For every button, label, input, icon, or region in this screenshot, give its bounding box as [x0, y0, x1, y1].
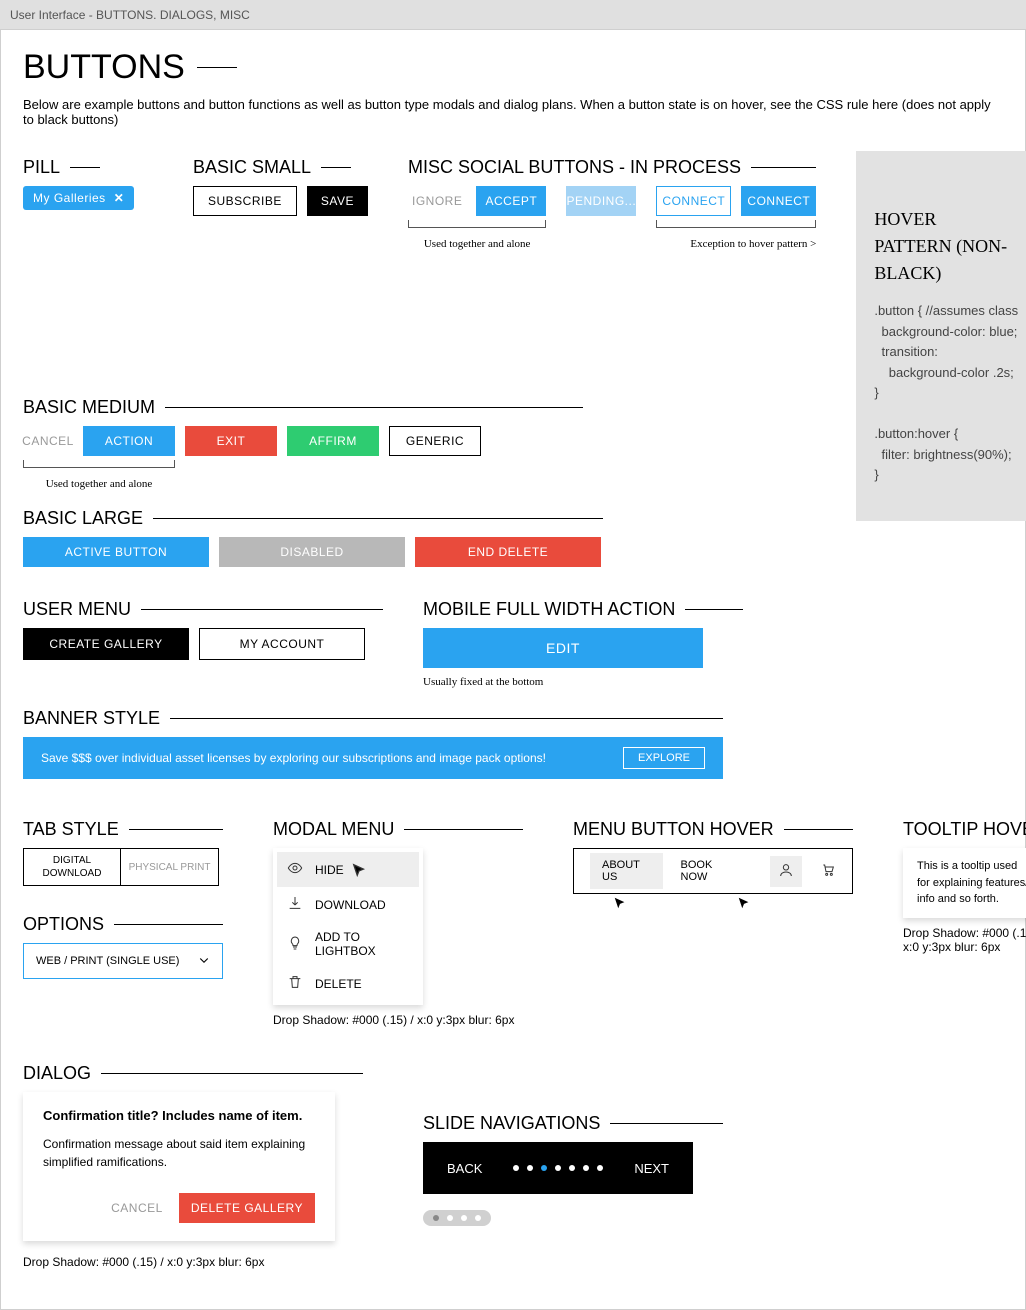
dialog-delete-button[interactable]: DELETE GALLERY — [179, 1193, 315, 1223]
menu-item-download[interactable]: DOWNLOAD — [277, 887, 419, 922]
window-title: User Interface - BUTTONS. DIALOGS, MISC — [10, 8, 250, 22]
tab-physical[interactable]: PHYSICAL PRINT — [121, 848, 219, 886]
page-title: BUTTONS — [23, 48, 1003, 87]
section-tooltip-title: TOOLTIP HOVER — [903, 819, 1026, 840]
tooltip-shadow-2: x:0 y:3px blur: 6px — [903, 940, 1026, 954]
download-icon — [287, 895, 303, 914]
trash-icon — [287, 974, 303, 993]
cancel-ghost-button[interactable]: CANCEL — [23, 434, 73, 448]
menu-bar: ABOUT US BOOK NOW — [573, 848, 853, 894]
menu-item-hide[interactable]: HIDE — [277, 852, 419, 887]
pill-button[interactable]: My Galleries ✕ — [23, 186, 134, 210]
section-pill-title: PILL — [23, 157, 153, 178]
options-select[interactable]: WEB / PRINT (SINGLE USE) — [23, 943, 223, 979]
section-mobile-title: MOBILE FULL WIDTH ACTION — [423, 599, 743, 620]
disabled-button: DISABLED — [219, 537, 405, 567]
section-social-title: MISC SOCIAL BUTTONS - IN PROCESS — [408, 157, 816, 178]
chevron-down-icon — [198, 954, 210, 969]
section-basic-medium-title: BASIC MEDIUM — [23, 397, 583, 418]
medium-caption: Used together and alone — [23, 478, 175, 490]
dialog: Confirmation title? Includes name of ite… — [23, 1092, 335, 1241]
slide-nav: BACK NEXT — [423, 1142, 693, 1194]
menu-item-delete[interactable]: DELETE — [277, 966, 419, 1001]
dialog-cancel-button[interactable]: CANCEL — [111, 1201, 163, 1215]
section-slides-title: SLIDE NAVIGATIONS — [423, 1113, 723, 1134]
section-banner-title: BANNER STYLE — [23, 708, 723, 729]
affirm-button[interactable]: AFFIRM — [287, 426, 379, 456]
back-button[interactable]: BACK — [447, 1161, 482, 1176]
modal-menu: HIDE DOWNLOAD ADD TO LIGHTBOX DELETE — [273, 848, 423, 1005]
section-menu-hover-title: MENU BUTTON HOVER — [573, 819, 853, 840]
section-modal-menu-title: MODAL MENU — [273, 819, 523, 840]
explore-button[interactable]: EXPLORE — [623, 747, 705, 769]
connect-outline-button[interactable]: CONNECT — [656, 186, 731, 216]
section-tab-title: TAB STYLE — [23, 819, 223, 840]
intro-text: Below are example buttons and button fun… — [23, 97, 1003, 127]
ignore-button[interactable]: IGNORE — [408, 194, 466, 208]
user-icon[interactable] — [770, 856, 802, 887]
tooltip: This is a tooltip used for explaining fe… — [903, 848, 1026, 918]
create-gallery-button[interactable]: CREATE GALLERY — [23, 628, 189, 660]
hover-code-panel: HOVER PATTERN (NON-BLACK) .button { //ass… — [856, 151, 1026, 521]
banner-text: Save $$$ over individual asset licenses … — [41, 751, 546, 765]
subscribe-button[interactable]: SUBSCRIBE — [193, 186, 297, 216]
section-options-title: OPTIONS — [23, 914, 223, 935]
window-title-bar: User Interface - BUTTONS. DIALOGS, MISC — [0, 0, 1026, 30]
pending-button[interactable]: PENDING... — [566, 186, 636, 216]
dialog-shadow-note: Drop Shadow: #000 (.15) / x:0 y:3px blur… — [23, 1255, 363, 1269]
mobile-note: Usually fixed at the bottom — [423, 676, 743, 688]
end-delete-button[interactable]: END DELETE — [415, 537, 601, 567]
dialog-message: Confirmation message about said item exp… — [43, 1135, 315, 1171]
cursor-icon — [613, 896, 627, 910]
accept-button[interactable]: ACCEPT — [476, 186, 546, 216]
edit-button[interactable]: EDIT — [423, 628, 703, 668]
social-caption-left: Used together and alone — [408, 238, 546, 250]
cart-icon[interactable] — [820, 861, 836, 882]
section-dialog-title: DIALOG — [23, 1063, 363, 1084]
section-user-menu-title: USER MENU — [23, 599, 383, 620]
dialog-heading: Confirmation title? Includes name of ite… — [43, 1108, 315, 1123]
connect-button[interactable]: CONNECT — [741, 186, 816, 216]
eye-icon — [287, 860, 303, 879]
section-basic-large-title: BASIC LARGE — [23, 508, 603, 529]
pager-dots[interactable] — [423, 1210, 491, 1226]
hover-panel-title: HOVER PATTERN (NON-BLACK) — [874, 206, 1018, 287]
slide-dots[interactable] — [513, 1165, 603, 1171]
next-button[interactable]: NEXT — [634, 1161, 669, 1176]
active-button[interactable]: ACTIVE BUTTON — [23, 537, 209, 567]
action-button[interactable]: ACTION — [83, 426, 175, 456]
menu-item-lightbox[interactable]: ADD TO LIGHTBOX — [277, 922, 419, 966]
menu-about[interactable]: ABOUT US — [590, 853, 663, 889]
my-account-button[interactable]: MY ACCOUNT — [199, 628, 365, 660]
exit-button[interactable]: EXIT — [185, 426, 277, 456]
generic-button[interactable]: GENERIC — [389, 426, 481, 456]
close-icon[interactable]: ✕ — [114, 191, 125, 205]
banner: Save $$$ over individual asset licenses … — [23, 737, 723, 779]
modal-shadow-note: Drop Shadow: #000 (.15) / x:0 y:3px blur… — [273, 1013, 523, 1027]
lightbulb-icon — [287, 935, 303, 954]
pill-label: My Galleries — [33, 191, 106, 205]
tooltip-shadow-1: Drop Shadow: #000 (.15) — [903, 926, 1026, 940]
menu-book[interactable]: BOOK NOW — [681, 859, 734, 883]
options-value: WEB / PRINT (SINGLE USE) — [36, 955, 179, 967]
section-basic-small-title: BASIC SMALL — [193, 157, 368, 178]
social-caption-right: Exception to hover pattern > — [656, 238, 816, 250]
tab-digital[interactable]: DIGITAL DOWNLOAD — [23, 848, 121, 886]
cursor-icon — [737, 896, 751, 910]
hover-code: .button { //assumes class background-col… — [874, 303, 1018, 482]
save-button[interactable]: SAVE — [307, 186, 368, 216]
